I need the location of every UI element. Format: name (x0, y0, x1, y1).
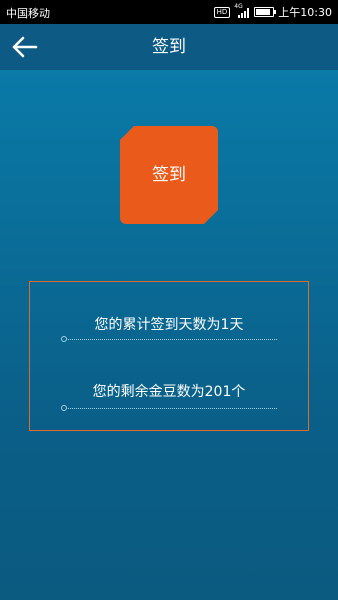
hd-icon: HD (213, 6, 231, 18)
signal-icon: 4G (234, 3, 250, 18)
dotted-divider (66, 339, 277, 340)
checkin-info-panel: 您的累计签到天数为1天 您的剩余金豆数为201个 (29, 281, 309, 431)
battery-icon (254, 7, 277, 17)
cumulative-days-text: 您的累计签到天数为1天 (94, 317, 244, 333)
title-bar: 签到 (0, 24, 338, 70)
status-bar: 中国移动 HD 4G 上午10:30 (0, 0, 338, 24)
remaining-beans-text: 您的剩余金豆数为201个 (92, 384, 246, 400)
page-title: 签到 (152, 37, 186, 57)
dotted-divider (66, 408, 277, 409)
checkin-button-label: 签到 (152, 165, 186, 185)
checkin-button[interactable]: 签到 (120, 126, 218, 224)
status-time: 上午10:30 (278, 6, 332, 19)
carrier-name: 中国移动 (6, 7, 50, 20)
status-icons: HD 4G 上午10:30 (213, 3, 332, 20)
